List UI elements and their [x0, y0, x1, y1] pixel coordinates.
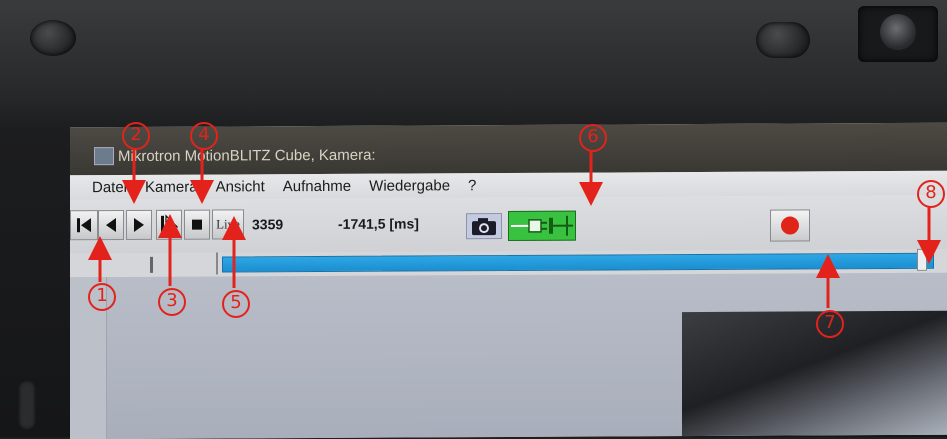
timeline-marker	[216, 253, 218, 275]
skip-to-start-button[interactable]	[70, 210, 98, 240]
annotation-5: 5	[222, 290, 250, 318]
bezel-button-left	[30, 20, 76, 56]
skip-to-start-icon	[75, 216, 93, 234]
window-title: Mikrotron MotionBLITZ Cube, Kamera:	[118, 147, 376, 165]
annotation-3: 3	[158, 288, 186, 316]
stop-icon	[190, 218, 204, 232]
step-back-button[interactable]	[98, 210, 124, 240]
cursor-select-icon	[160, 214, 178, 236]
step-forward-button[interactable]	[126, 210, 152, 240]
frame-number: 3359	[252, 216, 283, 232]
menu-aufnahme[interactable]: Aufnahme	[283, 177, 351, 194]
timeline-bar[interactable]	[222, 253, 934, 273]
time-readout: -1741,5 [ms]	[338, 215, 419, 231]
step-forward-icon	[132, 216, 146, 234]
bezel-button-right	[756, 22, 810, 58]
annotation-7: 7	[816, 310, 844, 338]
annotation-8: 8	[917, 180, 945, 208]
annotation-2: 2	[122, 122, 150, 150]
app-screen: Mikrotron MotionBLITZ Cube, Kamera: Date…	[70, 123, 947, 439]
timeline-slider-handle[interactable]	[917, 249, 927, 271]
step-back-icon	[104, 216, 118, 234]
record-button[interactable]	[770, 209, 810, 241]
menu-datei[interactable]: Datei	[92, 178, 127, 195]
annotation-6: 6	[579, 124, 607, 152]
timeline-marker-start	[150, 257, 153, 273]
webcam-lens	[880, 14, 916, 50]
record-icon	[781, 216, 799, 234]
app-icon	[94, 147, 114, 165]
menu-ansicht[interactable]: Ansicht	[216, 178, 265, 195]
live-button[interactable]: Live	[212, 209, 244, 239]
toolbar: Live 3359 -1741,5 [ms]	[70, 195, 947, 254]
annotation-1: 1	[88, 283, 116, 311]
bezel-side-slot	[18, 380, 36, 430]
video-viewport	[70, 273, 947, 439]
menu-wiedergabe[interactable]: Wiedergabe	[369, 177, 450, 194]
menu-help[interactable]: ?	[468, 177, 476, 194]
video-frame	[682, 311, 947, 436]
connect-camera-button[interactable]	[508, 211, 576, 241]
stop-button[interactable]	[184, 210, 210, 240]
camera-icon	[467, 214, 501, 238]
menu-kamera[interactable]: Kamera	[145, 178, 198, 195]
camera-button[interactable]	[466, 213, 502, 239]
plug-connect-icon	[509, 212, 575, 240]
select-tool-button[interactable]	[156, 210, 182, 240]
annotation-4: 4	[190, 122, 218, 150]
webcam-housing	[858, 6, 938, 62]
